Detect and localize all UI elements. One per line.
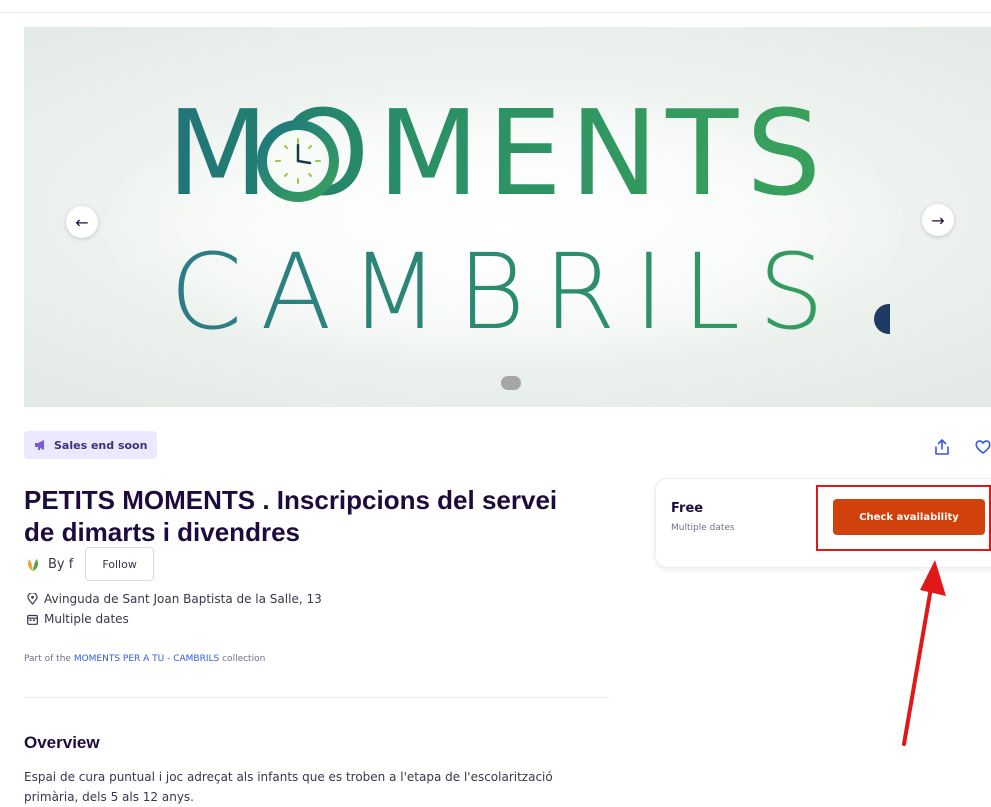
like-button[interactable] bbox=[972, 436, 991, 458]
collection-suffix: collection bbox=[222, 654, 266, 664]
badge-label: Sales end soon bbox=[54, 438, 148, 452]
dates-text: Multiple dates bbox=[44, 612, 129, 626]
organizer-avatar bbox=[28, 559, 38, 571]
megaphone-icon bbox=[35, 440, 44, 450]
share-button[interactable] bbox=[931, 436, 953, 458]
organizer-row: By f Follow bbox=[24, 547, 154, 581]
overview-text: Espai de cura puntual i joc adreçat als … bbox=[24, 770, 553, 804]
hero-title-line1: MOMENTS bbox=[118, 94, 878, 212]
header-divider bbox=[0, 12, 991, 13]
organizer-name[interactable]: By f bbox=[48, 557, 73, 572]
arrow-left-icon: ← bbox=[75, 212, 89, 232]
calendar-icon bbox=[27, 614, 38, 625]
location-pin-icon bbox=[27, 593, 38, 605]
event-dates: Multiple dates bbox=[27, 612, 129, 626]
arrow-right-icon: → bbox=[931, 210, 945, 230]
annotation-arrow bbox=[902, 560, 946, 746]
ticket-dates: Multiple dates bbox=[671, 523, 735, 533]
follow-button[interactable]: Follow bbox=[85, 547, 154, 581]
hero-title-line2: CAMBRILS bbox=[136, 240, 876, 344]
ticket-price: Free bbox=[671, 501, 704, 516]
event-location: Avinguda de Sant Joan Baptista de la Sal… bbox=[27, 592, 322, 606]
section-divider bbox=[24, 697, 609, 698]
location-text: Avinguda de Sant Joan Baptista de la Sal… bbox=[44, 592, 322, 606]
clock-icon bbox=[257, 120, 339, 202]
carousel-prev-button[interactable]: ← bbox=[66, 206, 98, 238]
heart-icon bbox=[975, 440, 991, 454]
sales-end-soon-badge: Sales end soon bbox=[24, 431, 158, 459]
overview-heading: Overview bbox=[24, 733, 100, 752]
collection-prefix: Part of the bbox=[24, 654, 71, 664]
carousel-indicator[interactable] bbox=[501, 376, 521, 390]
event-title: PETITS MOMENTS . Inscripcions del servei… bbox=[24, 485, 558, 547]
collection-link[interactable]: MOMENTS PER A TU - CAMBRILS bbox=[74, 654, 219, 664]
collection-note: Part of the MOMENTS PER A TU - CAMBRILS … bbox=[24, 654, 265, 664]
check-availability-button[interactable]: Check availability bbox=[833, 499, 985, 535]
carousel-next-button[interactable]: → bbox=[922, 204, 954, 236]
share-icon bbox=[935, 439, 949, 455]
hero-carousel[interactable]: MOMENTS CAMBRILS ← → bbox=[24, 27, 991, 407]
hero-decoration bbox=[874, 304, 890, 334]
